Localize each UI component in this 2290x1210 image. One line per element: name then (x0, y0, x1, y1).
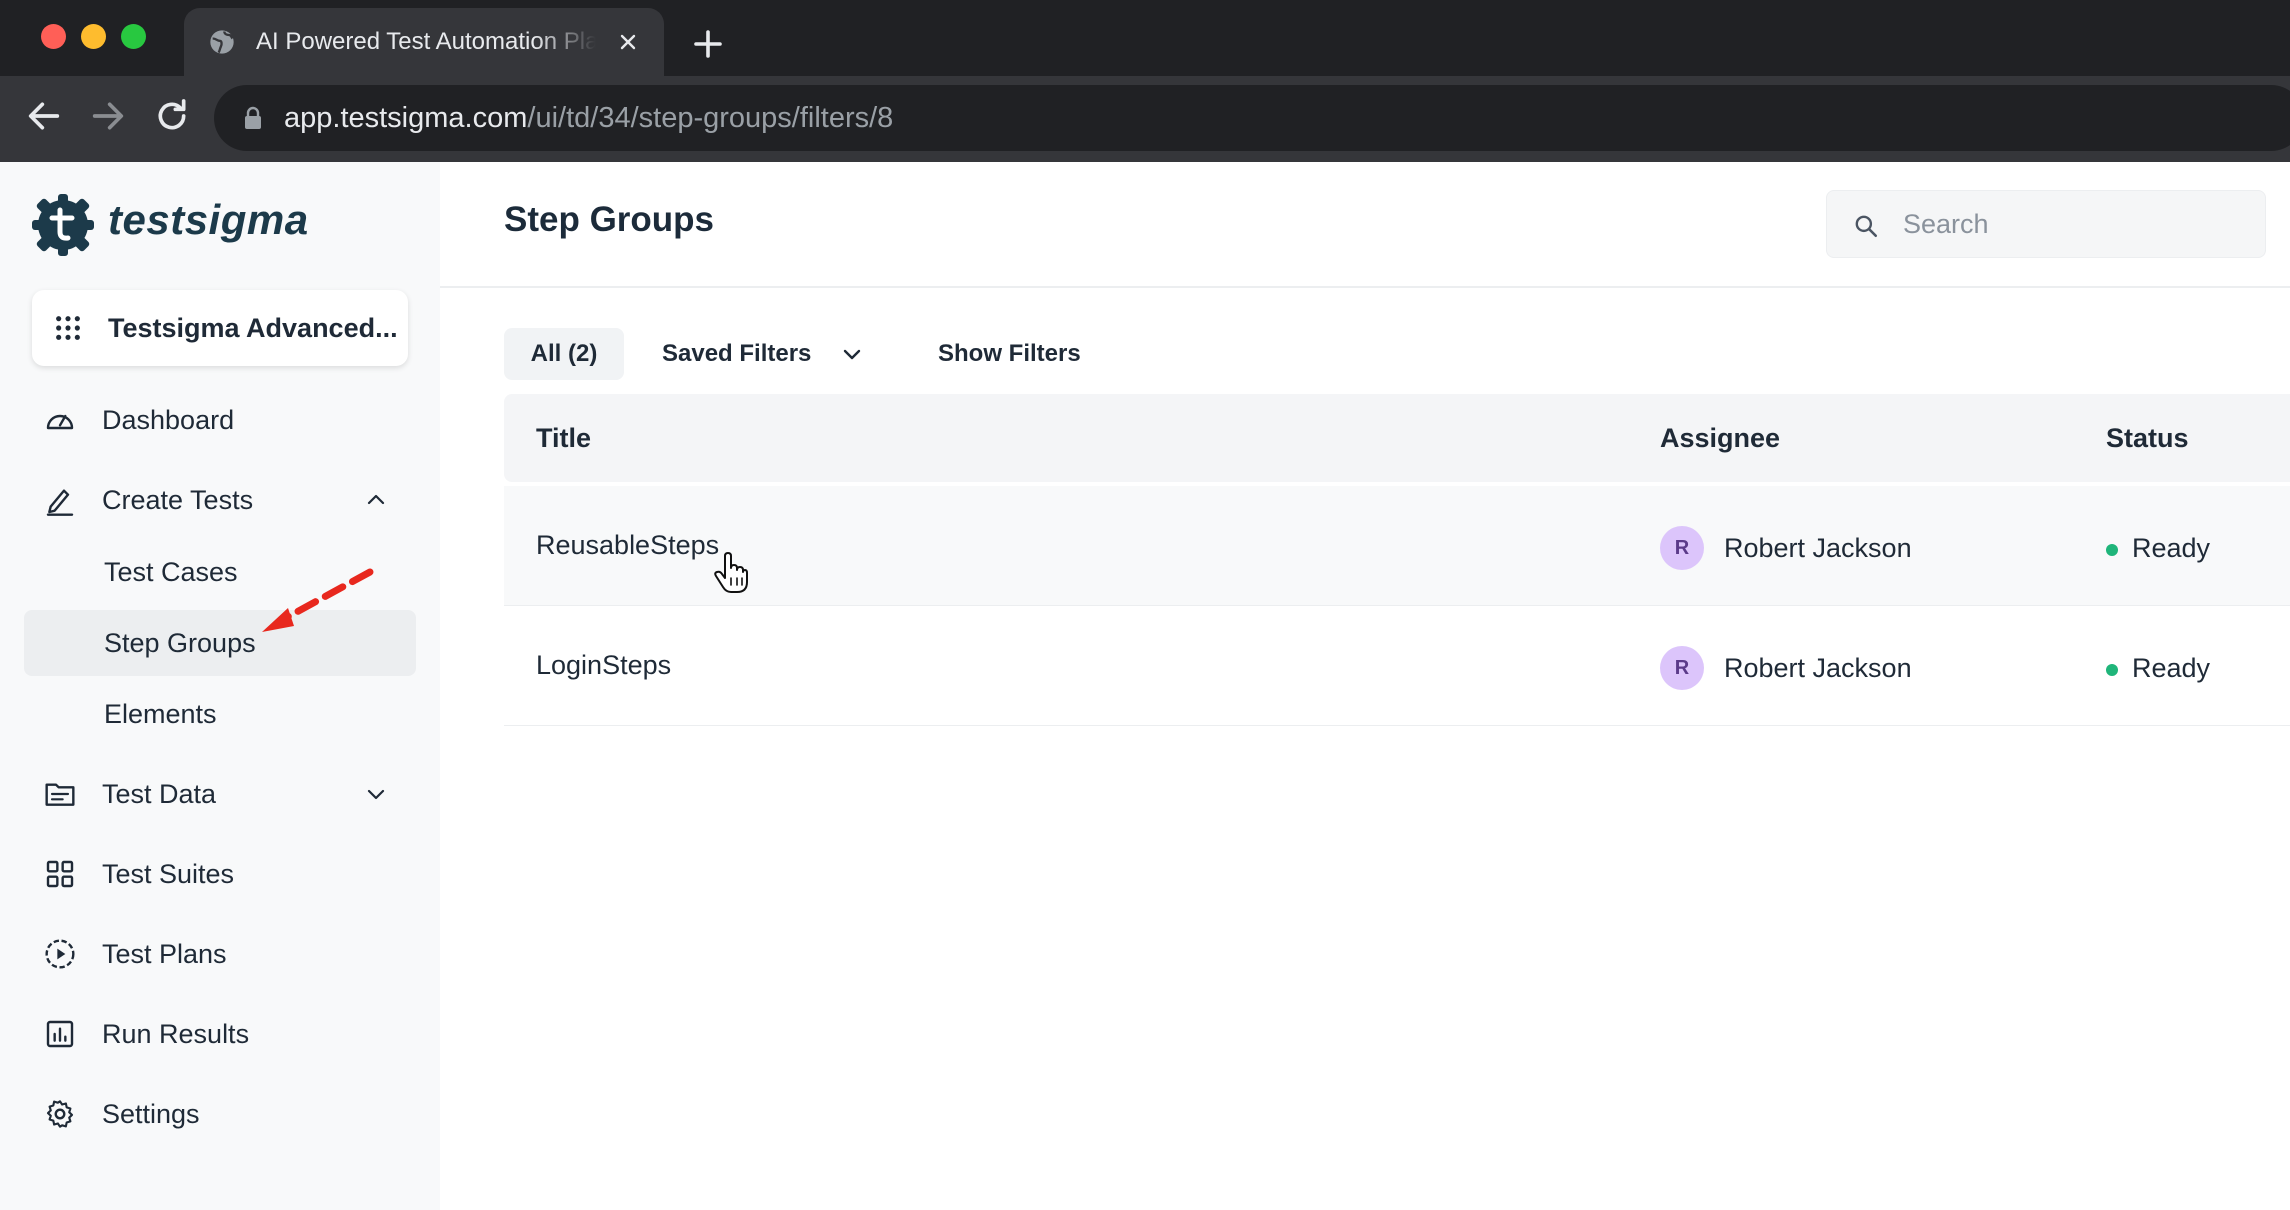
logo-gear-icon (32, 194, 94, 256)
assignee-name: Robert Jackson (1724, 653, 1912, 683)
table-row[interactable]: LoginSteps R Robert Jackson Ready (504, 606, 2290, 726)
logo-text: testsigma (108, 196, 309, 243)
reload-icon[interactable] (152, 96, 192, 136)
apps-grid-icon (56, 316, 80, 340)
sidebar-item-run-results[interactable]: Run Results (24, 1001, 416, 1067)
sidebar-item-test-suites[interactable]: Test Suites (24, 841, 416, 907)
annotation-arrow (262, 568, 374, 632)
chevron-down-icon[interactable] (364, 782, 388, 806)
chevron-up-icon[interactable] (364, 488, 388, 512)
assignee-name: Robert Jackson (1724, 533, 1912, 563)
avatar: R (1660, 646, 1704, 690)
speedometer-icon (46, 414, 74, 430)
browser-chrome: AI Powered Test Automation Platform app.… (0, 0, 2290, 162)
avatar: R (1660, 526, 1704, 570)
search-input[interactable] (1903, 199, 2243, 249)
url-path: /ui/td/34/step-groups/filters/8 (527, 102, 894, 134)
status-dot-icon (2106, 544, 2118, 556)
url-host: app.testsigma.com (284, 102, 528, 134)
browser-tab[interactable]: AI Powered Test Automation Platform (184, 8, 664, 76)
workspace-switcher[interactable]: Testsigma Advanced... (32, 290, 408, 366)
address-bar[interactable]: app.testsigma.com/ui/td/34/step-groups/f… (214, 85, 2290, 151)
bar-chart-icon (46, 1020, 74, 1048)
back-arrow-icon[interactable] (24, 96, 64, 136)
sidebar-item-label: Test Data (102, 779, 217, 809)
pencil-icon (46, 489, 74, 516)
column-header-title[interactable]: Title (536, 394, 591, 482)
status-badge: Ready (2132, 653, 2211, 683)
sidebar-subitem-elements[interactable]: Elements (24, 681, 416, 747)
sidebar-item-label: Test Plans (102, 939, 227, 969)
sidebar-item-label: Dashboard (102, 405, 235, 435)
sidebar-item-label: Settings (102, 1099, 200, 1129)
minimize-window-button[interactable] (81, 24, 106, 49)
tab-title: AI Powered Test Automation Platform (256, 28, 596, 55)
table-row[interactable]: ReusableSteps R Robert Jackson Ready (504, 486, 2290, 606)
sidebar-item-label: Elements (104, 699, 217, 729)
tab-all[interactable]: All (2) (504, 328, 624, 380)
row-title-link[interactable]: ReusableSteps (536, 486, 719, 604)
column-header-assignee[interactable]: Assignee (1660, 394, 1780, 482)
browser-toolbar: app.testsigma.com/ui/td/34/step-groups/f… (0, 76, 2290, 162)
sidebar-item-label: Create Tests (102, 485, 254, 515)
close-window-button[interactable] (41, 24, 66, 49)
sidebar-item-label: Test Cases (104, 557, 238, 587)
chevron-down-icon[interactable] (840, 342, 864, 366)
folder-icon (45, 783, 75, 806)
main-content: Step Groups All (2) Saved Filters Show F… (440, 162, 2290, 1210)
gear-icon (46, 1100, 74, 1128)
globe-icon (210, 30, 234, 54)
grid-icon (46, 860, 74, 888)
maximize-window-button[interactable] (121, 24, 146, 49)
status-badge: Ready (2132, 533, 2211, 563)
row-title-link[interactable]: LoginSteps (536, 606, 671, 724)
close-icon[interactable] (616, 30, 640, 54)
status-dot-icon (2106, 664, 2118, 676)
hand-pointer-cursor-icon (714, 552, 748, 593)
search-box[interactable] (1826, 190, 2266, 258)
sidebar-item-label: Run Results (102, 1019, 250, 1049)
plus-icon[interactable] (690, 26, 726, 62)
lock-icon[interactable] (242, 106, 264, 130)
forward-arrow-icon[interactable] (88, 96, 128, 136)
url-text: app.testsigma.com/ui/td/34/step-groups/f… (284, 85, 893, 151)
workspace-name: Testsigma Advanced... (108, 313, 398, 343)
saved-filters-dropdown[interactable]: Saved Filters (662, 328, 811, 380)
sidebar-item-label: Test Suites (102, 859, 235, 889)
sidebar-item-dashboard[interactable]: Dashboard (24, 387, 416, 453)
sidebar-item-settings[interactable]: Settings (24, 1081, 416, 1147)
page-header: Step Groups (440, 162, 2290, 288)
play-circle-icon (45, 939, 75, 969)
sidebar-item-create-tests[interactable]: Create Tests (24, 467, 416, 533)
table-header: Title Assignee Status (504, 394, 2290, 482)
sidebar-item-label: Step Groups (104, 628, 256, 658)
show-filters-button[interactable]: Show Filters (938, 328, 1081, 380)
sidebar-item-test-data[interactable]: Test Data (24, 761, 416, 827)
column-header-status[interactable]: Status (2106, 394, 2189, 482)
sidebar-item-test-plans[interactable]: Test Plans (24, 921, 416, 987)
page-title: Step Groups (504, 200, 715, 239)
sidebar: testsigma Testsigma Advanced... Dashboar… (0, 162, 440, 1210)
search-icon (1855, 215, 1878, 238)
